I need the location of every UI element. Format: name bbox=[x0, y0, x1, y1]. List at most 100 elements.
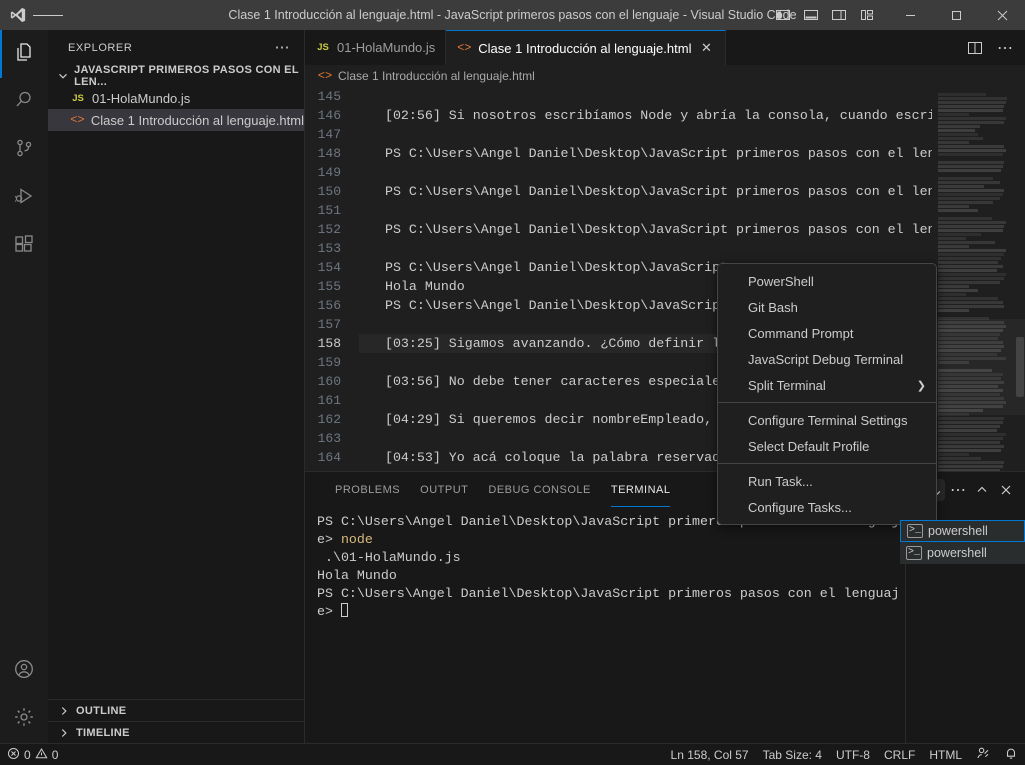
minimap[interactable] bbox=[932, 87, 1025, 471]
line-number: 159 bbox=[317, 355, 341, 370]
terminal-tab-1[interactable]: >_ powershell bbox=[900, 542, 1025, 564]
terminal-profile-context-menu[interactable]: PowerShell Git Bash Command Prompt JavaScri… bbox=[717, 263, 937, 525]
split-editor-icon[interactable] bbox=[963, 36, 987, 60]
toggle-primary-sidebar-icon[interactable] bbox=[771, 3, 795, 27]
tree-root-folder[interactable]: JAVASCRIPT PRIMEROS PASOS CON EL LEN... bbox=[48, 65, 304, 88]
panel-tab-output[interactable]: OUTPUT bbox=[410, 472, 478, 507]
terminal-command-1: node bbox=[340, 532, 373, 547]
code-line[interactable]: 149 bbox=[305, 163, 932, 182]
code-line[interactable]: 146 [02:56] Si nosotros escribíamos Node… bbox=[305, 106, 932, 125]
tab-01-holamundo-js[interactable]: JS 01-HolaMundo.js bbox=[305, 30, 447, 65]
close-button[interactable] bbox=[979, 0, 1025, 30]
minimize-button[interactable] bbox=[887, 0, 933, 30]
code-line[interactable]: 145 bbox=[305, 87, 932, 106]
files-icon bbox=[12, 40, 36, 69]
minimap-line bbox=[938, 137, 983, 140]
status-eol[interactable]: CRLF bbox=[877, 744, 922, 765]
terminal-prompt-2: PS C:\Users\Angel Daniel\Desktop\JavaScr… bbox=[317, 586, 900, 619]
terminal-output[interactable]: PS C:\Users\Angel Daniel\Desktop\JavaScr… bbox=[305, 507, 905, 743]
tab-label: 01-HolaMundo.js bbox=[337, 40, 436, 55]
code-line[interactable]: 151 bbox=[305, 201, 932, 220]
activity-item-source-control[interactable] bbox=[0, 126, 48, 174]
activity-item-search[interactable] bbox=[0, 78, 48, 126]
code-line[interactable]: 148 PS C:\Users\Angel Daniel\Desktop\Jav… bbox=[305, 144, 932, 163]
source-control-icon bbox=[12, 136, 36, 165]
line-text: PS C:\Users\Angel Daniel\Desktop\JavaScr… bbox=[369, 298, 745, 313]
minimap-line bbox=[938, 233, 982, 236]
line-number: 147 bbox=[317, 127, 341, 142]
minimap-line bbox=[938, 141, 969, 144]
activity-item-explorer[interactable] bbox=[0, 30, 48, 78]
status-problems[interactable]: 0 0 bbox=[0, 744, 65, 765]
editor-scrollbar[interactable] bbox=[1015, 87, 1025, 471]
customize-layout-icon[interactable] bbox=[855, 3, 879, 27]
tab-label: Clase 1 Introducción al lenguaje.html bbox=[478, 40, 692, 56]
tree-file-hola-mundo[interactable]: JS 01-HolaMundo.js bbox=[48, 87, 304, 109]
context-menu-item-git-bash[interactable]: Git Bash bbox=[718, 294, 936, 320]
status-language-mode[interactable]: HTML bbox=[922, 744, 969, 765]
maximize-button[interactable] bbox=[933, 0, 979, 30]
code-line[interactable]: 150 PS C:\Users\Angel Daniel\Desktop\Jav… bbox=[305, 182, 932, 201]
code-line[interactable]: 153 bbox=[305, 239, 932, 258]
explorer-more-actions-icon[interactable]: ⋯ bbox=[268, 40, 296, 55]
activity-item-run-and-debug[interactable] bbox=[0, 174, 48, 222]
line-text bbox=[359, 125, 369, 144]
line-text: PS C:\Users\Angel Daniel\Desktop\JavaScr… bbox=[369, 184, 932, 199]
activity-item-manage[interactable] bbox=[0, 695, 48, 743]
activity-item-extensions[interactable] bbox=[0, 222, 48, 270]
context-menu-item-command-prompt[interactable]: Command Prompt bbox=[718, 320, 936, 346]
minimap-line bbox=[938, 125, 981, 128]
line-text: Hola Mundo bbox=[369, 279, 465, 294]
context-menu-item-configure-terminal-settings[interactable]: Configure Terminal Settings bbox=[718, 407, 936, 433]
minimap-line bbox=[938, 297, 999, 300]
terminal-line-2: .\01-HolaMundo.js bbox=[317, 550, 461, 565]
context-menu-item-label: JavaScript Debug Terminal bbox=[748, 351, 904, 367]
sidebar-section-outline[interactable]: OUTLINE bbox=[48, 699, 304, 721]
line-text: PS C:\Users\Angel Daniel\Desktop\JavaScr… bbox=[369, 146, 932, 161]
panel-tab-debug-console[interactable]: DEBUG CONSOLE bbox=[478, 472, 600, 507]
tab-close-icon[interactable]: ✕ bbox=[697, 39, 715, 57]
code-line[interactable]: 147 bbox=[305, 125, 932, 144]
panel-tab-problems[interactable]: PROBLEMS bbox=[325, 472, 410, 507]
minimap-slider[interactable] bbox=[932, 319, 1025, 415]
context-menu-item-configure-tasks[interactable]: Configure Tasks... bbox=[718, 494, 936, 520]
context-menu-item-powershell[interactable]: PowerShell bbox=[718, 268, 936, 294]
status-tab-size[interactable]: Tab Size: 4 bbox=[756, 744, 829, 765]
line-text bbox=[359, 391, 369, 410]
line-number: 151 bbox=[317, 203, 341, 218]
minimap-line bbox=[938, 193, 1003, 196]
context-menu-item-select-default-profile[interactable]: Select Default Profile bbox=[718, 433, 936, 459]
minimap-line bbox=[938, 445, 1005, 448]
sidebar-section-timeline[interactable]: TIMELINE bbox=[48, 721, 304, 743]
minimap-line bbox=[938, 417, 1005, 420]
explorer-header: EXPLORER ⋯ bbox=[48, 30, 304, 65]
minimap-line bbox=[938, 153, 1003, 156]
line-number: 164 bbox=[317, 450, 341, 465]
panel-maximize-icon[interactable] bbox=[971, 479, 993, 501]
activity-item-accounts[interactable] bbox=[0, 647, 48, 695]
panel-close-icon[interactable] bbox=[995, 479, 1017, 501]
context-menu-item-javascript-debug-terminal[interactable]: JavaScript Debug Terminal bbox=[718, 346, 936, 372]
panel-views-and-more-icon[interactable]: ⋯ bbox=[947, 479, 969, 501]
editor-scrollbar-thumb[interactable] bbox=[1016, 337, 1024, 397]
menu-hamburger-button[interactable] bbox=[33, 2, 63, 28]
status-notifications[interactable] bbox=[997, 744, 1025, 765]
status-encoding[interactable]: UTF-8 bbox=[829, 744, 877, 765]
context-menu-item-split-terminal[interactable]: Split Terminal ❯ bbox=[718, 372, 936, 398]
tree-file-clase-1[interactable]: <> Clase 1 Introducción al lenguaje.html bbox=[48, 109, 304, 131]
toggle-panel-icon[interactable] bbox=[799, 3, 823, 27]
terminal-tab-0[interactable]: >_ powershell bbox=[900, 520, 1025, 542]
context-menu-item-run-task[interactable]: Run Task... bbox=[718, 468, 936, 494]
context-menu-separator bbox=[718, 463, 936, 464]
status-feedback[interactable] bbox=[969, 744, 997, 765]
tab-clase-1-html[interactable]: <> Clase 1 Introducción al lenguaje.html… bbox=[446, 30, 727, 65]
minimap-line bbox=[938, 241, 995, 244]
panel-tab-terminal[interactable]: TERMINAL bbox=[601, 472, 681, 507]
line-text: [04:53] Yo acá coloque la palabra reserv… bbox=[369, 450, 745, 465]
code-line[interactable]: 152 PS C:\Users\Angel Daniel\Desktop\Jav… bbox=[305, 220, 932, 239]
breadcrumb[interactable]: <> Clase 1 Introducción al lenguaje.html bbox=[305, 65, 1025, 87]
panel-tab-label: PROBLEMS bbox=[335, 483, 401, 496]
status-cursor-position[interactable]: Ln 158, Col 57 bbox=[664, 744, 756, 765]
editor-more-actions-icon[interactable]: ⋯ bbox=[993, 36, 1017, 60]
toggle-secondary-sidebar-icon[interactable] bbox=[827, 3, 851, 27]
